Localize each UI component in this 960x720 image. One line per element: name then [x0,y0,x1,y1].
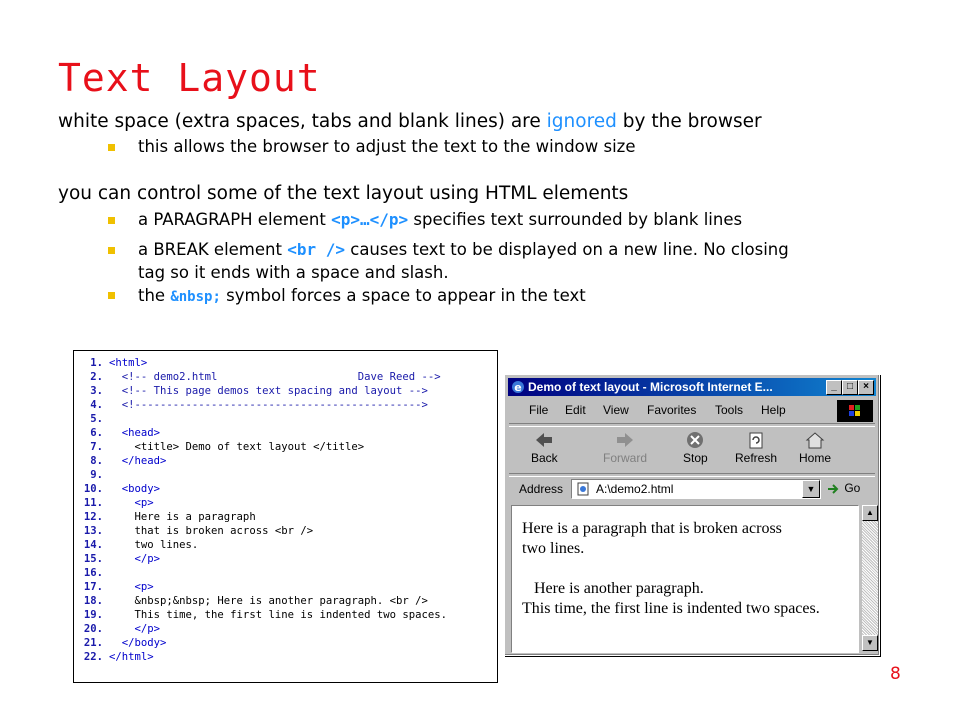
code-line: 13. that is broken across <br /> [83,525,314,537]
statement-text: white space (extra spaces, tabs and blan… [58,111,547,132]
code-line: 21. </body> [83,637,167,649]
go-button[interactable]: Go [827,481,860,495]
back-arrow-icon [536,433,553,447]
code-line: 22. </html> [83,651,154,663]
page-icon [577,482,589,496]
bullet-nbsp: the &nbsp; symbol forces a space to appe… [138,286,586,305]
close-button[interactable]: × [858,380,874,395]
code-line: 14. two lines. [83,539,199,551]
ignored-highlight: ignored [546,111,617,132]
bullet-text: the [138,286,171,305]
maximize-button[interactable]: □ [842,380,858,395]
browser-window: e Demo of text layout - Microsoft Intern… [504,374,880,656]
toolbar: Back Forward Stop Refresh Home [509,427,875,473]
code-line: 5. [90,413,103,425]
bullet-text: specifies text surrounded by blank lines [408,210,743,229]
p-tag-code: <p>…</p> [331,210,409,229]
code-line: 7. <title> Demo of text layout </title> [90,441,365,453]
back-label: Back [531,451,558,465]
forward-button[interactable]: Forward [603,431,647,465]
code-line: 15. </p> [83,553,161,565]
code-line: 4. <!-----------------------------------… [90,399,428,411]
br-tag-code: <br /> [287,240,345,259]
refresh-icon [749,432,763,449]
bullet-paragraph-element: a PARAGRAPH element <p>…</p> specifies t… [138,210,742,229]
content-para2-line1: Here is another paragraph. [522,580,704,597]
go-arrow-icon [828,484,839,494]
address-bar: Address A:\demo2.html ▼ Go [509,477,875,501]
code-line: 9. [90,469,103,481]
scroll-down-button[interactable]: ▼ [862,635,878,651]
code-line: 2. <!-- demo2.html Dave Reed --> [90,371,441,383]
forward-label: Forward [603,451,648,465]
bullet-marker [108,292,115,299]
bullet-text: a BREAK element [138,240,288,259]
menu-view[interactable]: View [603,403,629,417]
code-line: 12. Here is a paragraph [83,511,256,523]
home-button[interactable]: Home [799,431,831,465]
bullet-marker [108,217,115,224]
code-line: 6. <head> [90,427,161,439]
home-label: Home [799,451,832,465]
code-line: 8. </head> [90,455,167,467]
code-line: 1. <html> [90,357,148,369]
bullet-text: causes text to be displayed on a new lin… [345,240,789,259]
code-line: 17. <p> [83,581,154,593]
svg-text:e: e [514,381,521,394]
windows-logo-icon [837,400,873,422]
code-line: 18. &nbsp;&nbsp; Here is another paragra… [83,595,428,607]
ie-logo-icon: e [512,381,524,394]
statement-text-end: by the browser [616,111,762,132]
home-icon [805,432,825,449]
menu-tools[interactable]: Tools [715,403,743,417]
whitespace-statement: white space (extra spaces, tabs and blan… [58,111,762,132]
refresh-label: Refresh [735,451,778,465]
stop-label: Stop [683,451,708,465]
code-line: 19. This time, the first line is indente… [83,609,448,621]
browser-content: Here is a paragraph that is broken acros… [511,505,859,653]
minimize-button[interactable]: _ [826,380,842,395]
scroll-up-button[interactable]: ▲ [862,505,878,521]
code-listing: 1. <html> 2. <!-- demo2.html Dave Reed --… [73,350,498,683]
address-value: A:\demo2.html [596,482,674,496]
go-label: Go [844,481,861,495]
refresh-button[interactable]: Refresh [735,431,777,465]
browser-titlebar[interactable]: e Demo of text layout - Microsoft Intern… [508,378,876,396]
code-line: 16. [83,567,103,579]
code-line: 10. <body> [83,483,161,495]
menu-bar: File Edit View Favorites Tools Help [509,399,875,422]
browser-title: Demo of text layout - Microsoft Internet… [528,380,773,394]
address-label: Address [519,482,564,496]
page-number: 8 [890,664,901,684]
bullet-break-continuation: tag so it ends with a space and slash. [138,263,449,282]
code-line: 11. <p> [83,497,154,509]
content-para1-line1: Here is a paragraph that is broken acros… [522,520,782,537]
forward-arrow-icon [617,433,633,447]
bullet-break-element: a BREAK element <br /> causes text to be… [138,240,789,259]
bullet-adjust-text: this allows the browser to adjust the te… [138,137,636,156]
bullet-text: a PARAGRAPH element [138,210,332,229]
menu-edit[interactable]: Edit [565,403,586,417]
stop-icon [687,432,704,448]
code-line: 3. <!-- This page demos text spacing and… [90,385,428,397]
control-layout-statement: you can control some of the text layout … [58,183,629,204]
content-para1-line2: two lines. [522,540,585,557]
nbsp-code: &nbsp; [170,289,221,305]
bullet-marker [108,144,115,151]
back-button[interactable]: Back [531,431,558,465]
menu-file[interactable]: File [529,403,548,417]
menu-help[interactable]: Help [761,403,786,417]
vertical-scrollbar[interactable]: ▲ ▼ [862,505,878,651]
address-input[interactable]: A:\demo2.html ▼ [571,479,821,499]
menu-favorites[interactable]: Favorites [647,403,696,417]
slide-title: Text Layout [58,56,321,100]
bullet-text: symbol forces a space to appear in the t… [220,286,586,305]
stop-button[interactable]: Stop [683,431,708,465]
bullet-marker [108,247,115,254]
content-para2-line2: This time, the first line is indented tw… [522,600,820,617]
address-dropdown-button[interactable]: ▼ [802,480,820,498]
code-line: 20. </p> [83,623,161,635]
